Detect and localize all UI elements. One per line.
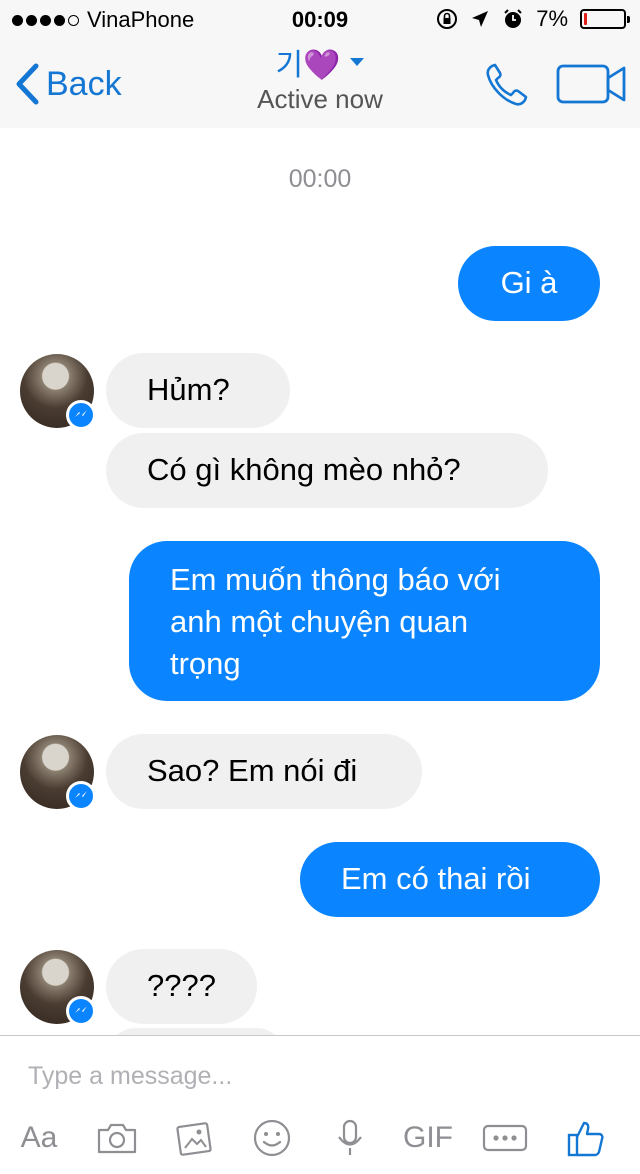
location-arrow-icon bbox=[472, 11, 489, 27]
more-options-icon bbox=[482, 1124, 528, 1152]
messenger-badge-icon bbox=[66, 996, 96, 1026]
status-bar: VinaPhone 00:09 7% bbox=[0, 0, 640, 40]
gif-button[interactable]: GIF bbox=[400, 1112, 456, 1164]
avatar[interactable] bbox=[20, 735, 96, 811]
more-button[interactable] bbox=[482, 1112, 528, 1164]
phone-icon[interactable] bbox=[482, 60, 532, 110]
message-line: anh một chuyện quan bbox=[170, 604, 469, 639]
message-bubble-incoming[interactable]: Có gì không mèo nhỏ? bbox=[106, 433, 548, 508]
message-bubble-incoming[interactable]: ???? bbox=[106, 949, 257, 1024]
microphone-icon bbox=[338, 1119, 362, 1155]
composer: Aa bbox=[0, 1035, 640, 1174]
status-right: 7% bbox=[436, 6, 630, 32]
thumbs-up-icon bbox=[567, 1121, 604, 1157]
avatar[interactable] bbox=[20, 354, 96, 430]
camera-icon bbox=[97, 1123, 137, 1154]
message-bubble-outgoing[interactable]: Gi à bbox=[458, 246, 600, 321]
emoji-icon bbox=[253, 1119, 291, 1157]
message-line: Em muốn thông báo với bbox=[170, 562, 501, 597]
messenger-badge-icon bbox=[66, 400, 96, 430]
message-list[interactable]: 00:00 Gi à Hủm? Có gì không mèo nhỏ? Em … bbox=[0, 128, 640, 1035]
message-bubble-incoming[interactable]: Sao? Em nói đi bbox=[106, 734, 422, 809]
message-bubble-partial[interactable] bbox=[106, 1028, 286, 1035]
battery-icon bbox=[580, 9, 630, 29]
rotation-lock-icon bbox=[437, 9, 458, 29]
composer-toolbar: Aa GIF bbox=[0, 1112, 640, 1164]
messenger-badge-icon bbox=[66, 781, 96, 811]
avatar[interactable] bbox=[20, 950, 96, 1026]
contact-name: 기💜 bbox=[275, 49, 341, 82]
timestamp: 00:00 bbox=[288, 165, 352, 193]
message-bubble-incoming[interactable]: Hủm? bbox=[106, 353, 290, 428]
nav-bar: Back 기💜 Active now bbox=[0, 40, 640, 128]
message-input[interactable] bbox=[28, 1058, 608, 1094]
message-bubble-outgoing[interactable]: Em có thai rồi bbox=[300, 842, 600, 917]
text-format-button[interactable]: Aa bbox=[14, 1112, 64, 1164]
voice-button[interactable] bbox=[336, 1112, 364, 1164]
alarm-icon bbox=[504, 9, 522, 28]
photo-gallery-icon bbox=[176, 1122, 212, 1156]
message-line: trọng bbox=[170, 646, 241, 681]
gallery-button[interactable] bbox=[174, 1112, 216, 1164]
like-button[interactable] bbox=[566, 1112, 606, 1164]
message-bubble-outgoing[interactable]: Em muốn thông báo với anh một chuyện qua… bbox=[129, 541, 600, 701]
emoji-button[interactable] bbox=[252, 1112, 292, 1164]
dropdown-caret-icon bbox=[350, 58, 365, 66]
conversation-title[interactable]: 기💜 Active now bbox=[0, 40, 640, 115]
camera-button[interactable] bbox=[96, 1112, 138, 1164]
gif-label: GIF bbox=[403, 1121, 453, 1154]
battery-percent: 7% bbox=[536, 6, 568, 31]
aa-label: Aa bbox=[20, 1121, 58, 1154]
video-camera-icon[interactable] bbox=[556, 62, 628, 106]
battery-fill bbox=[584, 13, 587, 25]
active-status: Active now bbox=[257, 84, 383, 114]
